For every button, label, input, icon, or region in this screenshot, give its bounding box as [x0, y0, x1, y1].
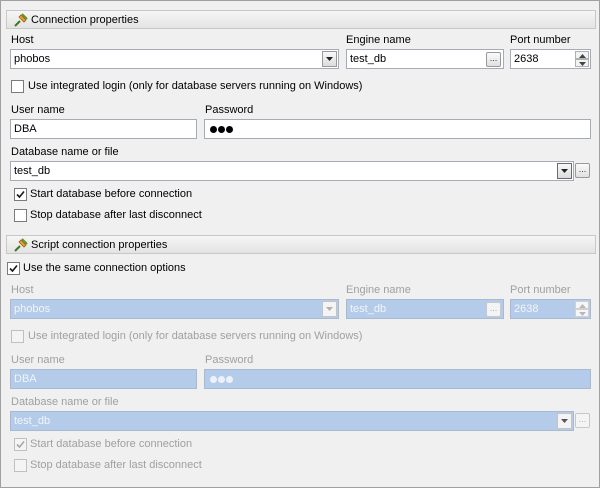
port-spin-buttons[interactable]	[575, 51, 589, 67]
host-value: phobos	[14, 53, 51, 65]
script-database-browse-button: ...	[575, 413, 590, 428]
script-stop-database-checkbox	[14, 459, 27, 472]
arrow-up-icon	[579, 304, 586, 308]
section-title: Connection properties	[31, 14, 139, 26]
password-mask	[210, 374, 234, 386]
script-database-name-label: Database name or file	[11, 396, 119, 408]
chevron-down-icon	[561, 169, 568, 173]
spin-up-button[interactable]	[575, 51, 589, 59]
script-database-name-combobox: test_db	[10, 411, 574, 431]
stop-database-checkbox[interactable]	[14, 209, 27, 222]
database-name-label: Database name or file	[11, 146, 119, 158]
script-connection-properties-header: Script connection properties	[6, 235, 596, 254]
spin-down-button	[575, 309, 589, 317]
port-number-value: 2638	[514, 53, 539, 65]
integrated-login-checkbox[interactable]	[11, 80, 24, 93]
port-number-spinner[interactable]: 2638	[510, 49, 591, 69]
script-engine-name-input: test_db ...	[346, 299, 504, 319]
start-database-checkbox[interactable]	[14, 188, 27, 201]
spin-up-button	[575, 301, 589, 309]
script-engine-browse-button: ...	[486, 302, 501, 317]
port-number-label: Port number	[510, 34, 571, 46]
script-stop-database-label: Stop database after last disconnect	[30, 459, 202, 471]
chevron-down-icon	[326, 307, 333, 311]
script-database-name-value: test_db	[14, 415, 51, 427]
script-start-database-checkbox	[14, 438, 27, 451]
script-engine-name-value: test_db	[350, 303, 387, 315]
checkmark-icon	[9, 264, 18, 273]
user-name-value: DBA	[14, 123, 37, 135]
engine-name-input[interactable]: test_db ...	[346, 49, 504, 69]
password-label: Password	[205, 104, 254, 116]
connection-properties-header: Connection properties	[6, 10, 596, 29]
password-mask	[210, 124, 234, 136]
database-dropdown-button[interactable]	[557, 163, 572, 179]
host-combobox[interactable]: phobos	[10, 49, 339, 69]
user-name-label: User name	[11, 104, 65, 116]
script-engine-name-label: Engine name	[346, 284, 411, 296]
script-port-number-value: 2638	[514, 303, 539, 315]
script-host-combobox: phobos	[10, 299, 339, 319]
script-host-label: Host	[11, 284, 34, 296]
script-password-input	[204, 369, 591, 389]
script-integrated-login-label: Use integrated login (only for database …	[28, 330, 363, 342]
script-user-name-input: DBA	[10, 369, 197, 389]
engine-browse-button[interactable]: ...	[486, 52, 501, 67]
script-user-name-value: DBA	[14, 373, 37, 385]
section-title: Script connection properties	[31, 239, 168, 251]
host-dropdown-button[interactable]	[322, 51, 337, 67]
arrow-down-icon	[579, 312, 586, 316]
script-user-name-label: User name	[11, 354, 65, 366]
connection-plug-icon	[14, 13, 28, 27]
script-port-number-spinner: 2638	[510, 299, 591, 319]
integrated-login-label: Use integrated login (only for database …	[28, 80, 363, 92]
chevron-down-icon	[561, 419, 568, 423]
engine-name-value: test_db	[350, 53, 387, 65]
same-connection-options-label: Use the same connection options	[23, 262, 186, 274]
spin-down-button[interactable]	[575, 59, 589, 67]
script-host-dropdown-button	[322, 301, 337, 317]
dialog-panel: Connection properties Host phobos Engine…	[0, 0, 600, 488]
checkmark-icon	[16, 440, 25, 449]
arrow-up-icon	[579, 54, 586, 58]
arrow-down-icon	[579, 62, 586, 66]
script-start-database-label: Start database before connection	[30, 438, 193, 450]
same-connection-options-checkbox[interactable]	[7, 262, 20, 275]
database-browse-button[interactable]: ...	[575, 163, 590, 178]
host-label: Host	[11, 34, 34, 46]
start-database-label: Start database before connection	[30, 188, 193, 200]
chevron-down-icon	[326, 57, 333, 61]
engine-name-label: Engine name	[346, 34, 411, 46]
database-name-value: test_db	[14, 165, 51, 177]
checkmark-icon	[16, 190, 25, 199]
script-database-dropdown-button	[557, 413, 572, 429]
script-integrated-login-checkbox	[11, 330, 24, 343]
database-name-combobox[interactable]: test_db	[10, 161, 574, 181]
password-input[interactable]	[204, 119, 591, 139]
script-host-value: phobos	[14, 303, 51, 315]
stop-database-label: Stop database after last disconnect	[30, 209, 202, 221]
user-name-input[interactable]: DBA	[10, 119, 197, 139]
script-port-spin-buttons	[575, 301, 589, 317]
script-password-label: Password	[205, 354, 254, 366]
connection-plug-icon	[14, 238, 28, 252]
script-port-number-label: Port number	[510, 284, 571, 296]
